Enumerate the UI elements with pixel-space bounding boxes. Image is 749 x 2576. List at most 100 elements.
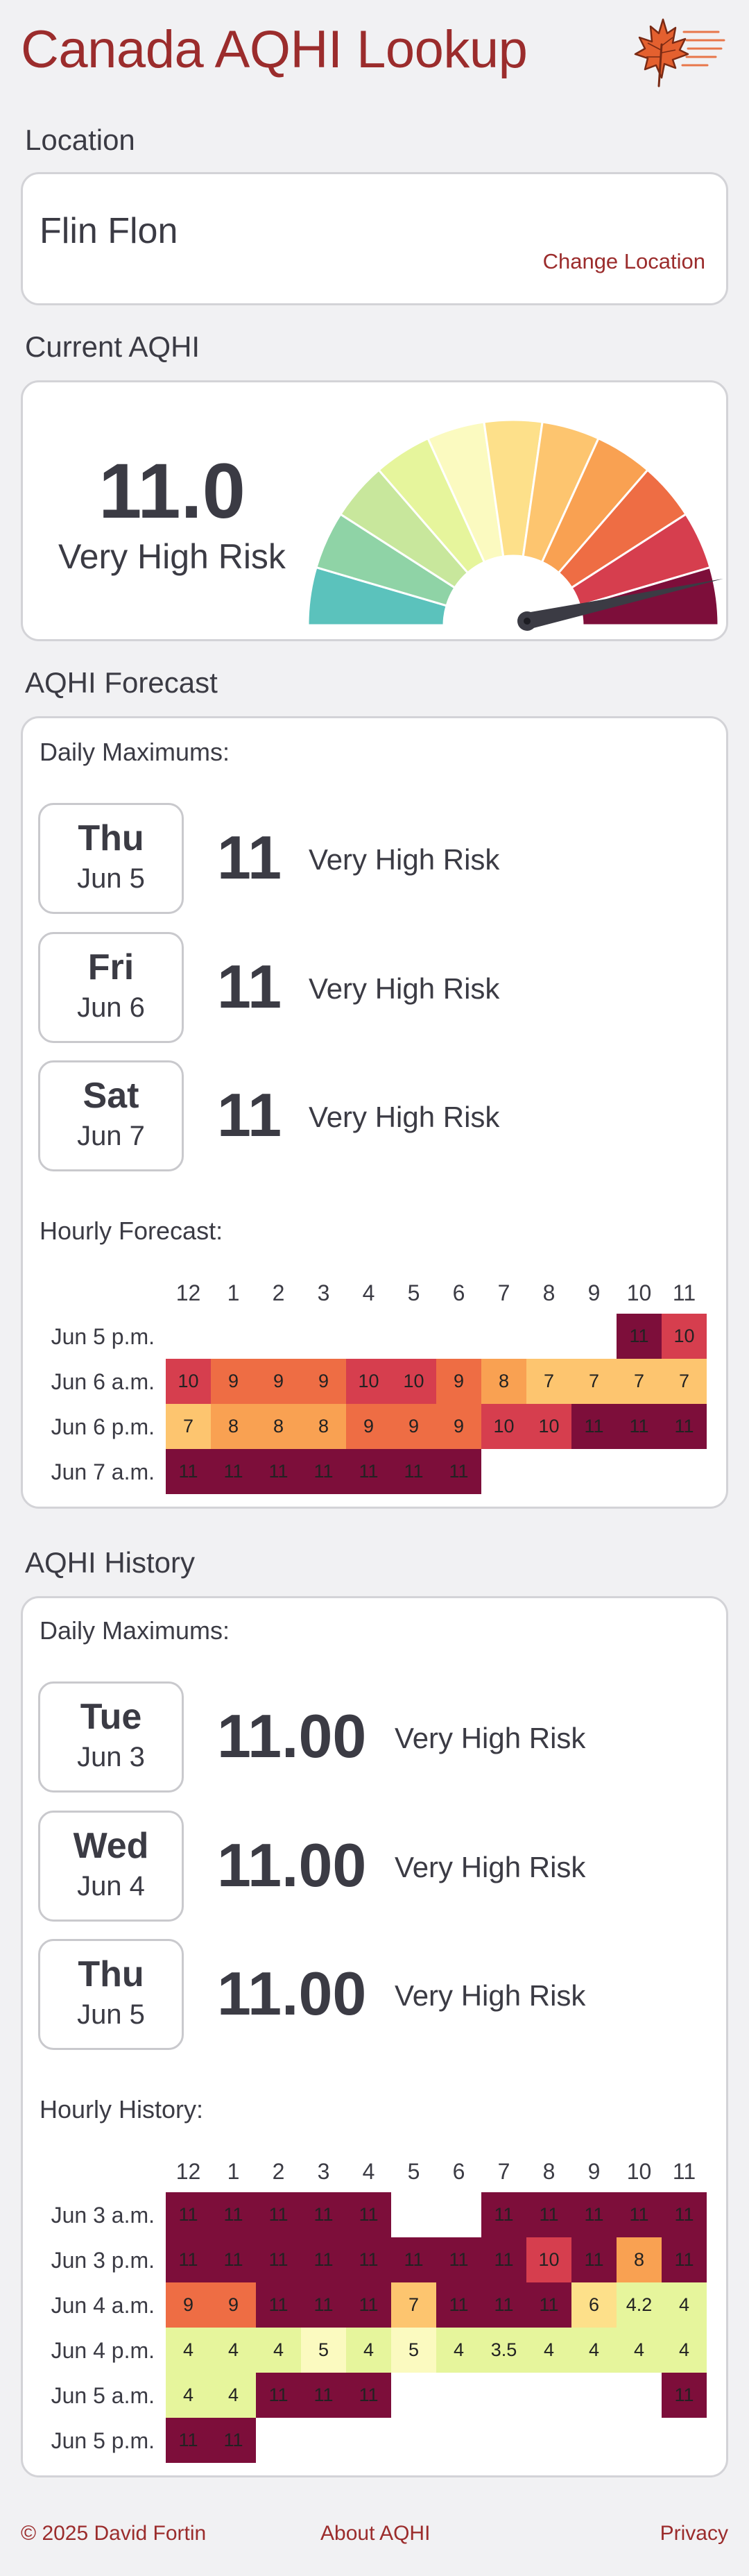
- forecast-day-risk: Very High Risk: [309, 972, 500, 1005]
- aqhi-cell: 8: [301, 1404, 346, 1449]
- aqhi-cell: 9: [346, 1404, 391, 1449]
- about-aqhi-link[interactable]: About AQHI: [320, 2522, 430, 2545]
- aqhi-cell: 11: [571, 1404, 617, 1449]
- aqhi-cell: 11: [256, 2192, 301, 2237]
- hour-header: 6: [452, 2159, 465, 2184]
- history-day-box: Tue Jun 3: [38, 1681, 184, 1793]
- day-date: Jun 4: [77, 1871, 145, 1901]
- aqhi-cell: 8: [617, 2237, 662, 2282]
- aqhi-cell: 11: [301, 2237, 346, 2282]
- aqhi-cell: 4: [571, 2328, 617, 2373]
- current-aqhi-value: 11.0: [98, 448, 246, 534]
- history-hourly-label: Hourly History:: [40, 2095, 204, 2124]
- current-aqhi-heading: Current AQHI: [25, 330, 200, 363]
- hour-header: 11: [672, 2159, 696, 2184]
- aqhi-cell: 10: [346, 1359, 391, 1404]
- aqhi-cell: 10: [526, 1404, 571, 1449]
- copyright-text: © 2025 David Fortin: [21, 2522, 207, 2545]
- history-day-box: Thu Jun 5: [38, 1939, 184, 2050]
- hour-header: 1: [227, 2159, 240, 2184]
- row-label: Jun 6 p.m.: [51, 1414, 155, 1439]
- hour-header: 5: [407, 2159, 420, 2184]
- aqhi-cell: 11: [166, 1449, 211, 1494]
- day-name: Tue: [80, 1697, 142, 1737]
- day-date: Jun 7: [77, 1121, 145, 1151]
- forecast-hourly-label: Hourly Forecast:: [40, 1217, 223, 1245]
- hour-header: 6: [452, 1280, 465, 1305]
- aqhi-cell: 11: [346, 2237, 391, 2282]
- current-aqhi-card: 11.0 Very High Risk: [21, 380, 728, 641]
- history-day-risk: Very High Risk: [395, 1722, 586, 1754]
- aqhi-cell: 5: [391, 2328, 436, 2373]
- history-heading: AQHI History: [25, 1546, 196, 1579]
- hour-header: 1: [227, 1280, 240, 1305]
- aqhi-cell: 4: [211, 2328, 256, 2373]
- hour-header: 3: [317, 1280, 330, 1305]
- aqhi-cell: 8: [481, 1359, 526, 1404]
- history-day-value: 11.00: [217, 1702, 367, 1770]
- forecast-card: Daily Maximums: Thu Jun 5 11 Very High R…: [21, 716, 728, 1509]
- app-header: Canada AQHI Lookup: [0, 0, 749, 103]
- hour-header: 10: [626, 1280, 652, 1305]
- aqhi-cell: 9: [391, 1404, 436, 1449]
- forecast-daily-label: Daily Maximums:: [40, 738, 230, 766]
- hour-header: 7: [497, 2159, 510, 2184]
- aqhi-cell: 11: [301, 2192, 346, 2237]
- history-day-risk: Very High Risk: [395, 1979, 586, 2012]
- aqhi-cell: 11: [301, 2373, 346, 2418]
- hour-header: 5: [407, 1280, 420, 1305]
- aqhi-cell: 11: [571, 2192, 617, 2237]
- forecast-day-value: 11: [217, 952, 282, 1021]
- aqhi-cell: 11: [571, 2237, 617, 2282]
- aqhi-cell: 7: [391, 2282, 436, 2328]
- location-heading: Location: [25, 124, 135, 156]
- change-location-link[interactable]: Change Location: [543, 249, 705, 274]
- aqhi-cell: 11: [166, 2237, 211, 2282]
- row-label: Jun 5 p.m.: [51, 2428, 155, 2453]
- location-card: Flin Flon Change Location: [21, 172, 728, 305]
- aqhi-cell: 4: [256, 2328, 301, 2373]
- aqhi-cell: 3.5: [481, 2328, 526, 2373]
- day-name: Thu: [78, 1954, 144, 1994]
- location-value: Flin Flon: [40, 211, 178, 251]
- aqhi-cell: 9: [301, 1359, 346, 1404]
- aqhi-cell: 4: [166, 2373, 211, 2418]
- aqhi-cell: 11: [662, 2237, 707, 2282]
- aqhi-cell: 8: [256, 1404, 301, 1449]
- aqhi-cell: 4: [346, 2328, 391, 2373]
- aqhi-cell: 7: [571, 1359, 617, 1404]
- row-label: Jun 4 p.m.: [51, 2338, 155, 2363]
- aqhi-cell: 11: [617, 1314, 662, 1359]
- aqhi-cell: 9: [436, 1404, 481, 1449]
- privacy-link[interactable]: Privacy: [660, 2522, 728, 2545]
- row-label: Jun 6 a.m.: [51, 1369, 155, 1394]
- hour-header: 7: [497, 1280, 510, 1305]
- aqhi-cell: 7: [662, 1359, 707, 1404]
- forecast-day-risk: Very High Risk: [309, 843, 500, 876]
- day-name: Wed: [73, 1826, 149, 1866]
- hour-header: 3: [317, 2159, 330, 2184]
- aqhi-cell: 9: [211, 1359, 256, 1404]
- aqhi-cell: 11: [256, 2237, 301, 2282]
- forecast-heading: AQHI Forecast: [25, 666, 218, 699]
- aqhi-gauge: [307, 418, 723, 631]
- aqhi-cell: 11: [436, 1449, 481, 1494]
- aqhi-cell: 11: [391, 1449, 436, 1494]
- aqhi-cell: 11: [346, 1449, 391, 1494]
- forecast-day-value: 11: [217, 1081, 282, 1149]
- history-day-value: 11.00: [217, 1831, 367, 1899]
- history-day-box: Wed Jun 4: [38, 1811, 184, 1922]
- aqhi-cell: 11: [436, 2237, 481, 2282]
- hour-header: 12: [175, 1280, 201, 1305]
- aqhi-cell: 11: [436, 2282, 481, 2328]
- aqhi-cell: 11: [166, 2418, 211, 2463]
- history-card: Daily Maximums: Tue Jun 3 11.00 Very Hig…: [21, 1596, 728, 2477]
- aqhi-cell: 10: [391, 1359, 436, 1404]
- aqhi-cell: 9: [256, 1359, 301, 1404]
- aqhi-cell: 4: [526, 2328, 571, 2373]
- forecast-day-risk: Very High Risk: [309, 1101, 500, 1133]
- aqhi-cell: 7: [526, 1359, 571, 1404]
- day-name: Sat: [83, 1076, 139, 1116]
- aqhi-cell: 11: [346, 2192, 391, 2237]
- aqhi-cell: 11: [166, 2192, 211, 2237]
